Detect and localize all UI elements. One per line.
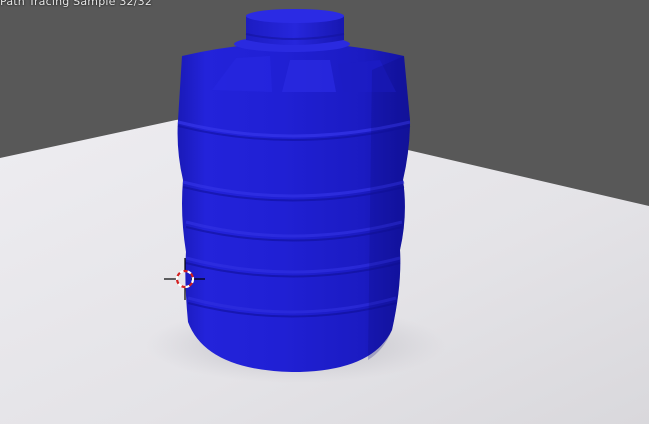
viewport-canvas[interactable] xyxy=(0,0,649,424)
tank-cap[interactable] xyxy=(245,9,345,45)
3d-viewport[interactable]: Path Tracing Sample 32/32 xyxy=(0,0,649,424)
tank-shoulder-panel xyxy=(282,60,336,92)
water-tank[interactable] xyxy=(177,9,411,372)
render-status-text: Path Tracing Sample 32/32 xyxy=(0,0,153,8)
